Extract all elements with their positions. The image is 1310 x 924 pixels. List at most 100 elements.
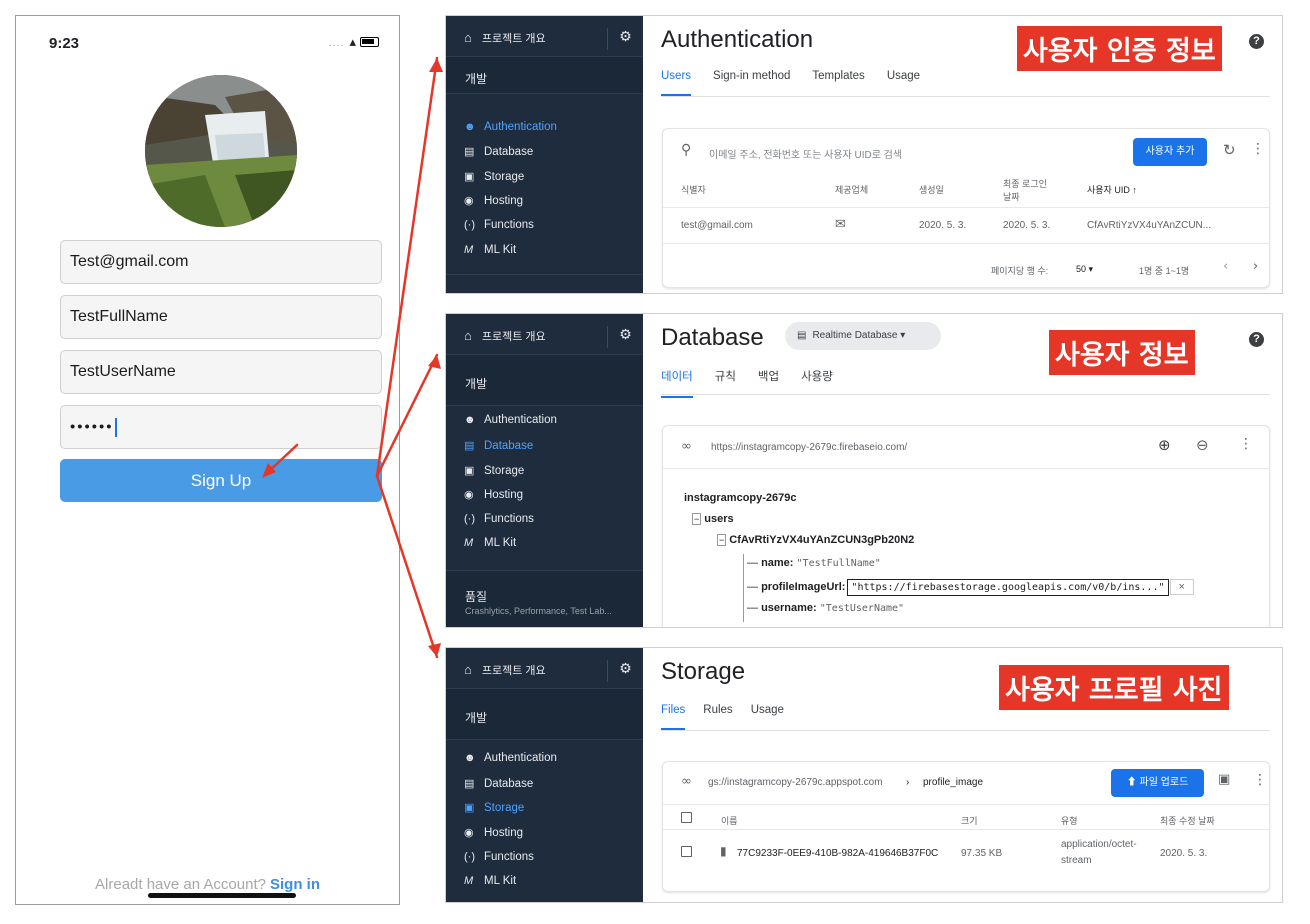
sidebar-divider [446, 274, 643, 275]
more-vert-icon[interactable]: ⋮ [1251, 141, 1265, 157]
fullname-field[interactable]: TestFullName [60, 295, 382, 339]
tab-users[interactable]: Users [661, 70, 692, 96]
tree-node-users[interactable]: − users [692, 513, 734, 525]
help-icon[interactable]: ? [1249, 332, 1264, 347]
sidebar-item-storage[interactable]: ▣ Storage [464, 801, 524, 814]
sidebar-item-label: ML Kit [484, 875, 517, 887]
row-divider [663, 243, 1269, 244]
sign-up-button[interactable]: Sign Up [60, 459, 382, 502]
add-user-button[interactable]: 사용자 추가 [1133, 138, 1207, 166]
sidebar-item-authentication[interactable]: ☻ Authentication [464, 752, 557, 764]
tab-sign-in-method[interactable]: Sign-in method [713, 70, 790, 94]
image-icon: ▣ [464, 171, 475, 183]
waterfall-photo [145, 75, 297, 227]
sidebar-item-authentication[interactable]: ☻ Authentication [464, 121, 557, 133]
tab-templates[interactable]: Templates [812, 70, 864, 94]
globe-icon: ◉ [464, 827, 474, 839]
tab-rules[interactable]: 규칙 [715, 368, 736, 396]
tree-node-uid[interactable]: − CfAvRtiYzVX4uYAnZCUN3gPb20N2 [717, 534, 914, 546]
mlkit-icon: M [464, 537, 474, 549]
search-icon: ⚲ [681, 142, 692, 158]
text-caret [114, 418, 117, 437]
sidebar-item-database[interactable]: ▤ Database [464, 439, 533, 452]
sign-in-link[interactable]: Sign in [270, 876, 320, 893]
link-icon: ∞ [681, 439, 692, 454]
search-input[interactable]: 이메일 주소, 전화번호 또는 사용자 UID로 검색 [709, 146, 1109, 161]
next-page-icon[interactable]: › [1253, 259, 1258, 274]
tree-leaf-username[interactable]: — username: "TestUserName" [747, 602, 904, 614]
section-dev: 개발 [446, 354, 643, 406]
email-field[interactable]: Test@gmail.com [60, 240, 382, 284]
tab-backup[interactable]: 백업 [758, 368, 779, 396]
annotation-label-auth: 사용자 인증 정보 [1017, 26, 1222, 71]
tree-leaf-name[interactable]: — name: "TestFullName" [747, 557, 881, 569]
tab-divider [661, 730, 1270, 731]
password-field[interactable]: •••••• [60, 405, 382, 449]
upload-file-button[interactable]: ⬆ 파일 업로드 [1111, 769, 1204, 797]
sidebar-item-functions[interactable]: (·) Functions [464, 513, 534, 525]
breadcrumb-folder[interactable]: profile_image [923, 777, 983, 788]
sidebar-item-mlkit[interactable]: M ML Kit [464, 875, 516, 887]
more-vert-icon[interactable]: ⋮ [1253, 772, 1267, 788]
prev-page-icon[interactable]: ‹ [1223, 259, 1228, 274]
select-all-checkbox[interactable] [681, 812, 692, 823]
username-field[interactable]: TestUserName [60, 350, 382, 394]
tree-key: username: [761, 602, 817, 614]
database-url[interactable]: https://instagramcopy-2679c.firebaseio.c… [711, 442, 907, 453]
tree-root[interactable]: instagramcopy-2679c [684, 492, 797, 504]
chevron-down-icon: ▾ [900, 330, 906, 341]
cell-uid: CfAvRtiYzVX4uYAnZCUN... [1087, 220, 1212, 231]
project-overview-label: 프로젝트 개요 [481, 665, 546, 677]
cell-last-signin: 2020. 5. 3. [1003, 220, 1051, 231]
sidebar-item-functions[interactable]: (·) Functions [464, 219, 534, 231]
bucket-path[interactable]: gs://instagramcopy-2679c.appspot.com [708, 777, 883, 788]
sidebar-item-hosting[interactable]: ◉ Hosting [464, 488, 523, 501]
gear-icon[interactable]: ⚙ [607, 326, 643, 348]
row-checkbox[interactable] [681, 846, 692, 857]
remove-circle-icon[interactable]: ⊖ [1196, 436, 1209, 454]
sidebar: ⌂ 프로젝트 개요 ⚙ 개발 ☻ Authentication ▤ Database … [446, 314, 643, 627]
sidebar-item-functions[interactable]: (·) Functions [464, 851, 534, 863]
help-icon[interactable]: ? [1249, 34, 1264, 49]
tab-usage[interactable]: 사용량 [801, 368, 833, 396]
database-type-select[interactable]: ▤ Realtime Database ▾ [785, 322, 941, 350]
sidebar-item-mlkit[interactable]: M ML Kit [464, 244, 516, 256]
more-vert-icon[interactable]: ⋮ [1239, 436, 1253, 452]
add-circle-icon[interactable]: ⊕ [1158, 436, 1171, 454]
close-icon[interactable]: × [1169, 579, 1194, 595]
section-quality[interactable]: 품질 Crashlytics, Performance, Test Lab... [446, 570, 643, 627]
rows-per-page-select[interactable]: 50 ▾ [1076, 264, 1093, 275]
collapse-icon: − [692, 513, 702, 525]
tree-leaf-profile-url[interactable]: — profileImageUrl: "https://firebasestora… [747, 579, 1194, 596]
password-value: •••••• [70, 418, 114, 436]
col-uid[interactable]: 사용자 UID ↑ [1087, 183, 1137, 196]
project-overview-label: 프로젝트 개요 [481, 33, 546, 45]
file-type-cont: stream [1061, 855, 1092, 866]
sidebar-item-label: Authentication [484, 414, 557, 426]
sidebar-item-storage[interactable]: ▣ Storage [464, 170, 524, 183]
sidebar-item-mlkit[interactable]: M ML Kit [464, 537, 516, 549]
tab-rules[interactable]: Rules [703, 704, 732, 728]
status-icons: .... ▴ [329, 35, 379, 50]
sidebar-item-database[interactable]: ▤ Database [464, 777, 533, 790]
new-folder-icon[interactable]: ▣ [1218, 772, 1230, 787]
page-title: Storage [661, 658, 746, 685]
gear-icon[interactable]: ⚙ [607, 28, 643, 50]
tab-files[interactable]: Files [661, 704, 686, 730]
sidebar-item-database[interactable]: ▤ Database [464, 145, 533, 158]
tree-key: name: [761, 557, 794, 569]
tab-usage[interactable]: Usage [751, 704, 784, 728]
gear-icon[interactable]: ⚙ [607, 660, 643, 682]
tab-usage[interactable]: Usage [887, 70, 920, 94]
sidebar-item-hosting[interactable]: ◉ Hosting [464, 826, 523, 839]
sidebar-item-hosting[interactable]: ◉ Hosting [464, 194, 523, 207]
refresh-icon[interactable]: ↻ [1223, 141, 1236, 159]
sidebar-item-label: Database [484, 146, 534, 158]
profile-photo-picker[interactable] [145, 75, 297, 227]
arrowhead-storage [428, 643, 441, 657]
value-edit-input[interactable]: "https://firebasestorage.googleapis.com/… [847, 579, 1169, 596]
sidebar-item-label: Functions [484, 513, 534, 525]
database-icon: ▤ [464, 440, 475, 452]
sidebar-item-storage[interactable]: ▣ Storage [464, 464, 524, 477]
sidebar-item-authentication[interactable]: ☻ Authentication [464, 414, 557, 426]
